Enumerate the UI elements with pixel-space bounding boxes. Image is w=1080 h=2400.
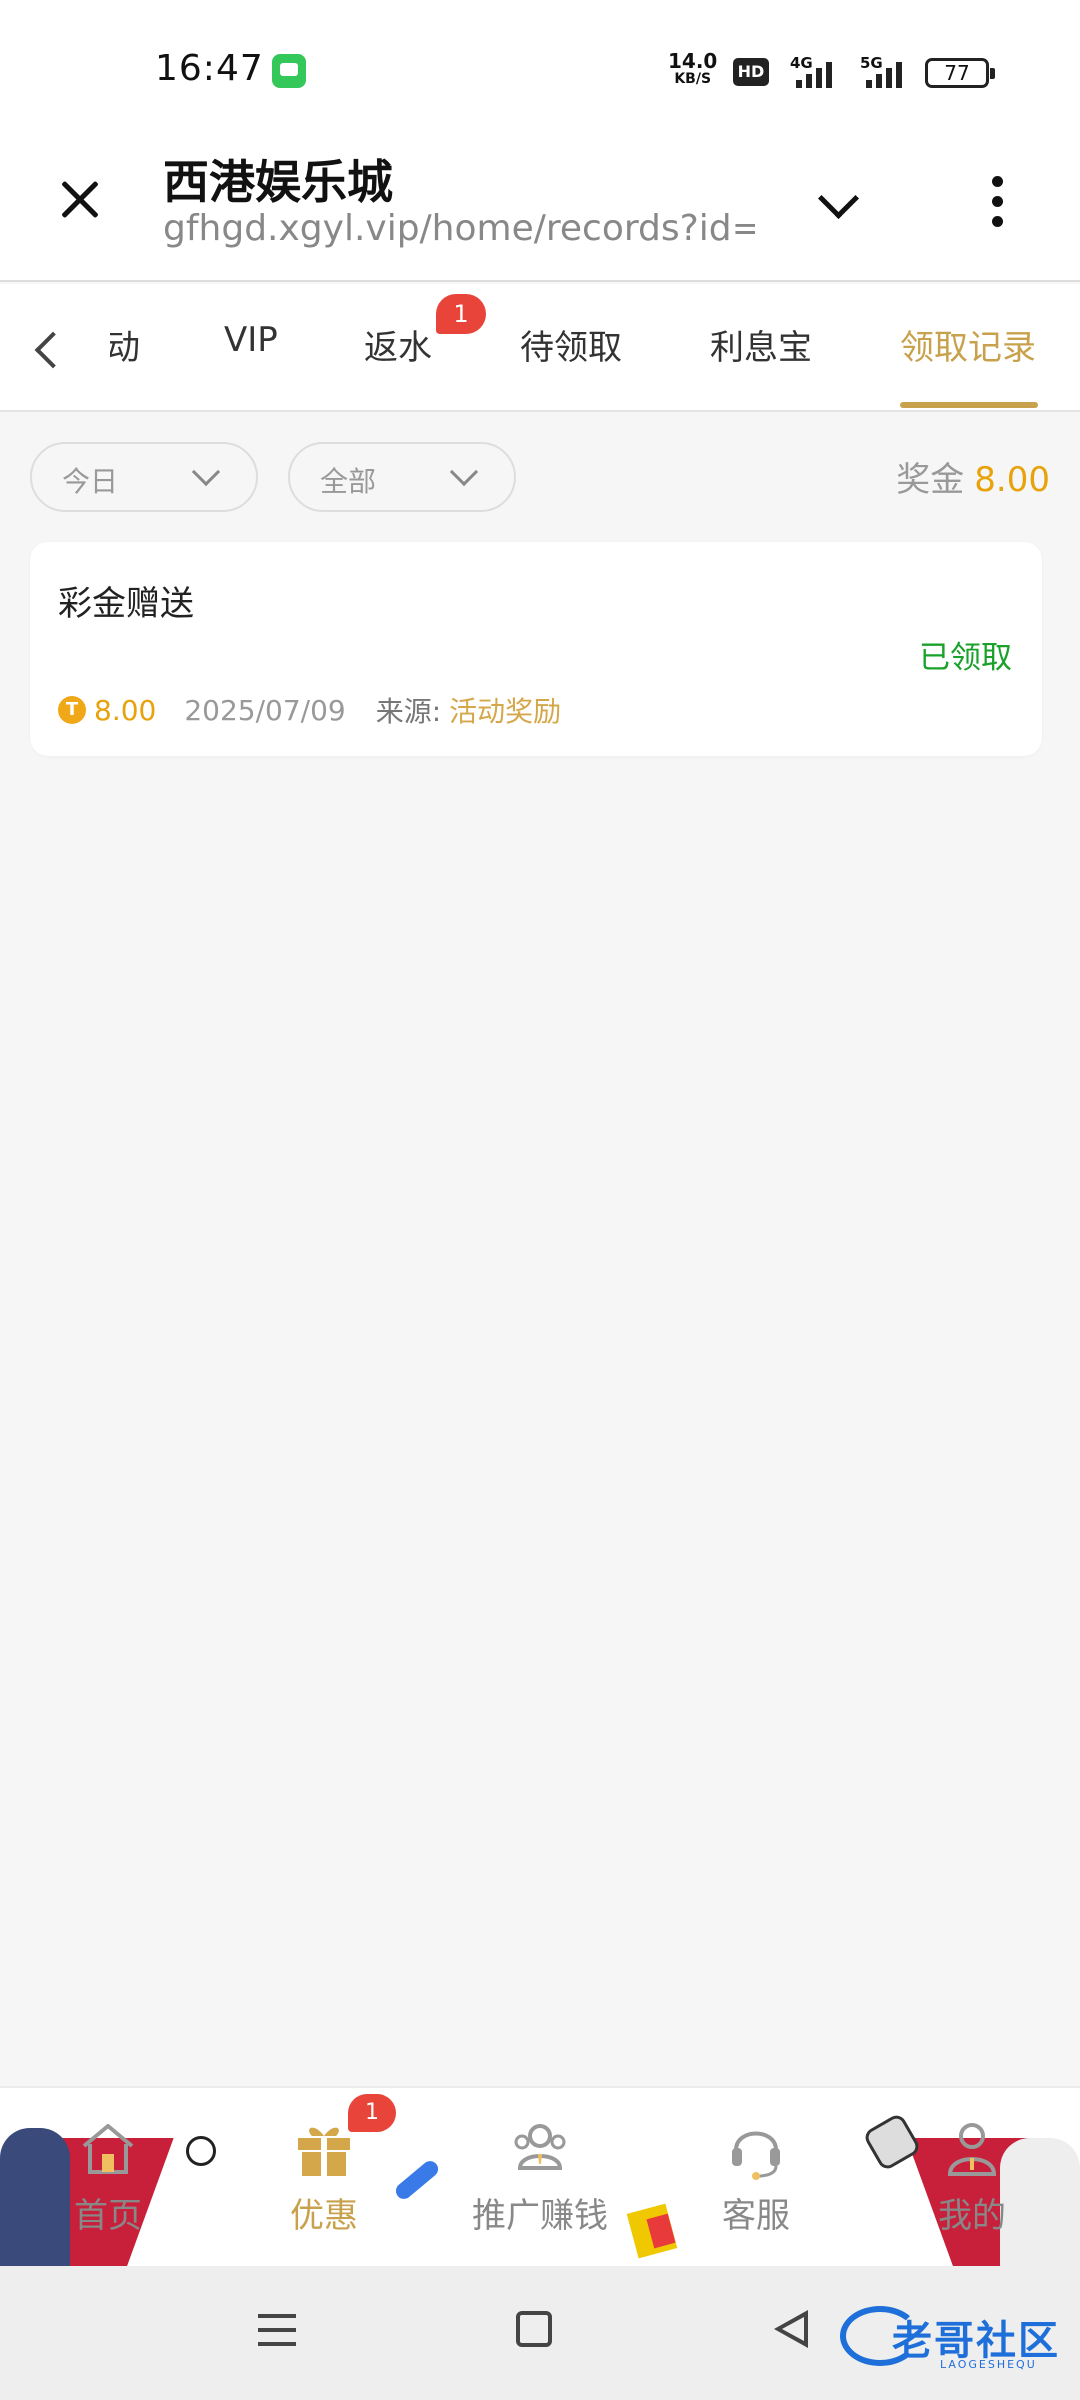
home-button-icon[interactable] <box>516 2311 552 2347</box>
nav-support-label: 客服 <box>722 2196 790 2236</box>
record-date: 2025/07/09 <box>184 693 346 727</box>
tab-vip[interactable]: VIP <box>224 320 278 360</box>
record-title: 彩金赠送 <box>58 584 194 624</box>
nav-promo-label: 优惠 <box>290 2196 358 2236</box>
day-filter-select[interactable]: 今日 <box>30 442 258 512</box>
network-speed: 14.0 KB/S <box>668 49 718 87</box>
vuvuzela-icon <box>392 2157 442 2203</box>
type-filter-label: 全部 <box>320 465 377 498</box>
gift-icon <box>298 2127 350 2176</box>
tab-rebate-badge: 1 <box>436 294 486 334</box>
user-icon <box>947 2123 997 2176</box>
url-text[interactable]: gfhgd.xgyl.vip/home/records?id=99 <box>163 208 755 249</box>
tab-pending[interactable]: 待领取 <box>520 320 622 369</box>
record-meta: T 8.00 2025/07/09 来源: 活动奖励 <box>58 690 561 730</box>
day-filter-label: 今日 <box>62 465 119 498</box>
more-options-icon[interactable] <box>978 170 1018 234</box>
hd-voice-icon: HD <box>733 58 769 86</box>
tab-records[interactable]: 领取记录 <box>900 320 1036 369</box>
signal-icon-5g: 5G <box>860 54 908 88</box>
battery-icon: 77 <box>925 58 995 88</box>
home-icon <box>82 2124 134 2174</box>
status-bar: 16:47 14.0 KB/S HD 4G 5G 77 <box>0 0 1080 130</box>
recent-apps-icon[interactable] <box>258 2314 296 2348</box>
nav-mine-label: 我的 <box>938 2196 1006 2236</box>
active-tab-indicator <box>900 402 1038 408</box>
nav-mine[interactable]: 我的 <box>902 2116 1042 2246</box>
tab-interest[interactable]: 利息宝 <box>710 320 812 369</box>
watermark-sub: LAOGESHEQU <box>940 2358 1037 2371</box>
bottom-nav: 首页 1 优惠 推广赚钱 客服 我的 <box>0 2086 1080 2266</box>
status-time: 16:47 <box>155 48 264 89</box>
system-nav: 老哥社区 LAOGESHEQU <box>0 2266 1080 2400</box>
record-status: 已领取 <box>919 640 1012 676</box>
close-icon[interactable] <box>48 168 112 232</box>
bonus-value: 8.00 <box>974 460 1050 500</box>
page-title: 西港娱乐城 <box>163 155 393 209</box>
nav-refer-label: 推广赚钱 <box>472 2196 608 2236</box>
bonus-label: 奖金 <box>896 460 965 500</box>
soccer-ball-icon <box>186 2136 216 2166</box>
record-source-label: 来源: <box>375 695 442 728</box>
nav-support[interactable]: 客服 <box>686 2116 826 2246</box>
nav-home-label: 首页 <box>74 2196 142 2236</box>
record-source: 活动奖励 <box>449 695 562 728</box>
tab-bar: 活动 VIP 返水 1 待领取 利息宝 领取记录 <box>0 284 1080 412</box>
browser-header: 西港娱乐城 gfhgd.xgyl.vip/home/records?id=99 <box>0 130 1080 282</box>
tab-activity[interactable]: 活动 <box>110 320 140 369</box>
coin-icon: T <box>58 696 86 724</box>
nav-promo-badge: 1 <box>348 2094 396 2132</box>
record-card: 彩金赠送 已领取 T 8.00 2025/07/09 来源: 活动奖励 <box>30 542 1042 756</box>
message-icon <box>272 54 306 88</box>
signal-icon-4g: 4G <box>790 54 838 88</box>
nav-promo[interactable]: 1 优惠 <box>254 2094 396 2246</box>
users-icon <box>514 2124 566 2170</box>
headset-icon <box>732 2131 780 2180</box>
back-icon[interactable] <box>774 2310 810 2348</box>
nav-home[interactable]: 首页 <box>38 2116 178 2246</box>
record-amount: 8.00 <box>94 693 157 727</box>
chevron-down-icon <box>191 457 221 487</box>
chevron-left-icon[interactable] <box>22 324 72 374</box>
nav-refer[interactable]: 推广赚钱 <box>450 2116 630 2246</box>
tab-rebate[interactable]: 返水 <box>364 320 432 369</box>
chevron-down-icon[interactable] <box>810 178 866 226</box>
watermark-logo: 老哥社区 LAOGESHEQU <box>840 2300 1070 2371</box>
chevron-down-icon <box>449 457 479 487</box>
bonus-summary: 奖金 8.00 <box>896 452 1050 501</box>
type-filter-select[interactable]: 全部 <box>288 442 516 512</box>
